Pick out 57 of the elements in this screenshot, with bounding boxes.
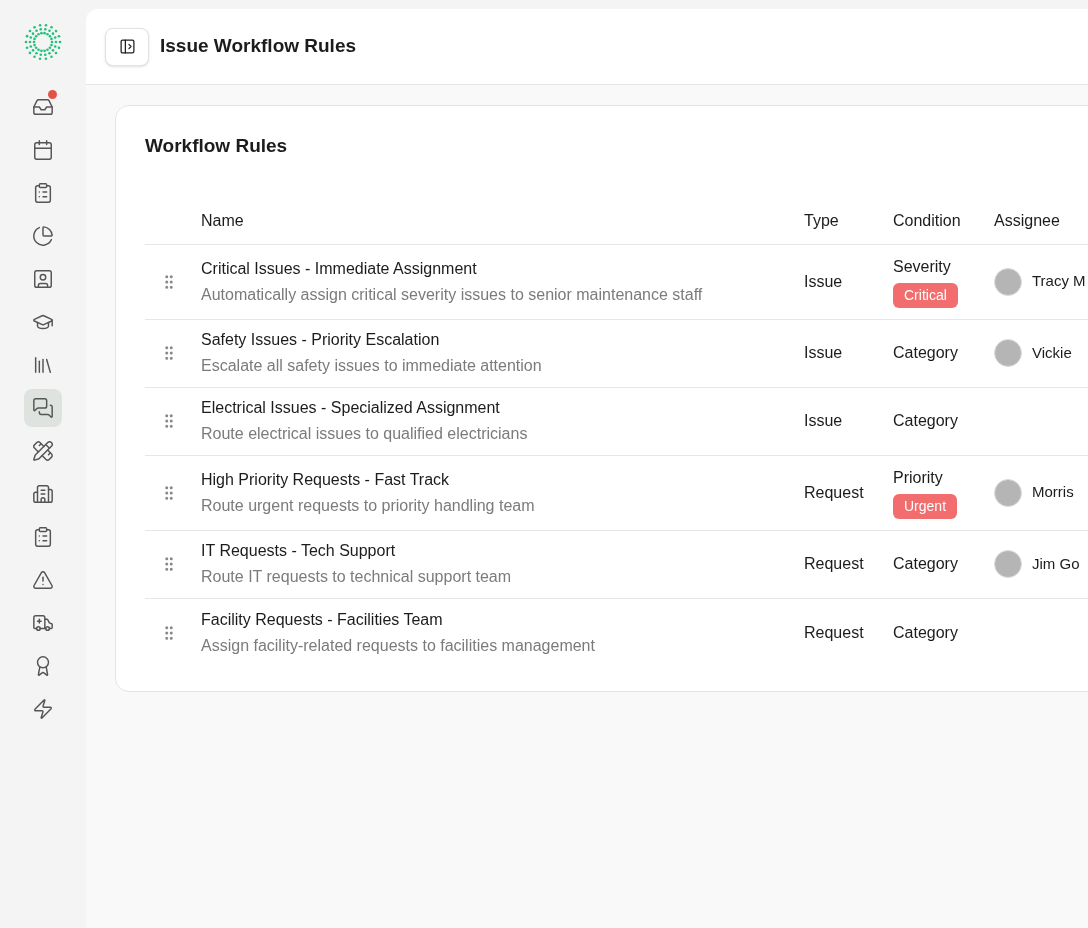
- table-cell-text: Issue: [804, 343, 844, 363]
- assignee-name: Vickie: [1032, 342, 1072, 363]
- rule-description: Route IT requests to technical support team: [201, 567, 513, 587]
- warning-icon: [32, 569, 54, 591]
- column-header: Type: [804, 210, 840, 231]
- table-cell-text: Request: [804, 622, 865, 643]
- card-title: Workflow Rules: [145, 134, 289, 158]
- lightning-icon: [32, 698, 54, 720]
- logo-icon: [23, 22, 63, 62]
- rule-description: Route urgent requests to priority handling team: [201, 495, 536, 516]
- assignee-name: Jim Go: [1032, 553, 1080, 574]
- assignee-name: Tracy M: [1032, 271, 1086, 292]
- contact-book-icon: [32, 268, 54, 290]
- clipboard-list-icon: [32, 526, 54, 548]
- table-cell-text: Request: [804, 482, 865, 503]
- panel-toggle-icon: [118, 38, 136, 55]
- rule-description: Escalate all safety issues to immediate attention: [201, 356, 543, 376]
- rule-name: High Priority Requests - Fast Track: [201, 469, 451, 490]
- rule-name: Safety Issues - Priority Escalation: [201, 330, 441, 350]
- chat-bubbles-icon: [32, 397, 54, 419]
- column-header: Name: [201, 210, 245, 231]
- table-cell-text: Issue: [804, 271, 844, 292]
- rule-name: Critical Issues - Immediate Assignment: [201, 258, 478, 279]
- sidebar-toggle-button[interactable]: [105, 27, 149, 66]
- condition-label: Category: [893, 622, 958, 643]
- rule-description: Route electrical issues to qualified electricians: [201, 424, 529, 444]
- table-cell-text: Request: [804, 554, 865, 574]
- rule-description: Assign facility-related requests to facilities management: [201, 635, 596, 656]
- ambulance-icon: [32, 612, 54, 634]
- avatar: [994, 550, 1022, 578]
- column-header: Assignee: [994, 210, 1061, 231]
- library-icon: [32, 354, 54, 376]
- rule-description: Automatically assign critical severity issues to senior maintenance staff: [201, 284, 704, 305]
- sidebar-item[interactable]: [24, 389, 62, 427]
- inbox-icon: [32, 96, 54, 118]
- assignee-name: Morris: [1032, 482, 1074, 503]
- priority-badge: Critical: [893, 283, 958, 308]
- rule-name: Facility Requests - Facilities Team: [201, 609, 444, 630]
- condition-label: Severity: [893, 257, 951, 277]
- page-title: Issue Workflow Rules: [160, 34, 357, 59]
- calendar-icon: [32, 139, 54, 161]
- rule-name: Electrical Issues - Specialized Assignment: [201, 398, 501, 418]
- condition-label: Category: [893, 411, 958, 431]
- avatar: [994, 267, 1022, 296]
- table-cell-text: Issue: [804, 411, 844, 431]
- pencil-ruler-icon: [32, 440, 54, 462]
- clipboard-list-icon: [32, 182, 54, 204]
- condition-label: Category: [893, 343, 958, 363]
- column-header: Condition: [893, 210, 962, 231]
- avatar: [994, 478, 1022, 507]
- avatar: [994, 339, 1022, 367]
- building-icon: [32, 483, 54, 505]
- rule-name: IT Requests - Tech Support: [201, 541, 397, 561]
- condition-label: Priority: [893, 468, 943, 488]
- pie-chart-icon: [32, 225, 54, 247]
- condition-label: Category: [893, 554, 958, 574]
- priority-badge: Urgent: [893, 494, 958, 519]
